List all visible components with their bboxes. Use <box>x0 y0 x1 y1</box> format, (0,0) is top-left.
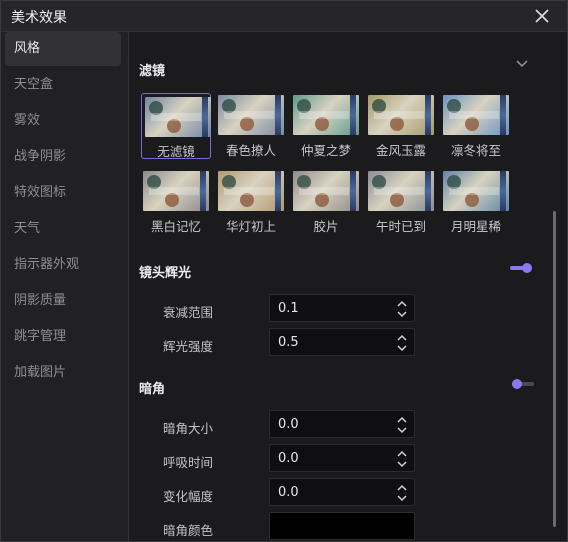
change-amplitude-label: 变化幅度 <box>163 489 214 504</box>
filter-option-golden-wind[interactable]: 金风玉露 <box>366 93 436 159</box>
filter-label: 仲夏之梦 <box>300 143 351 158</box>
filter-label: 胶片 <box>313 219 339 234</box>
flare-intensity-value: 0.5 <box>278 335 299 350</box>
change-amplitude-value: 0.0 <box>278 485 299 500</box>
filter-option-film[interactable]: 胶片 <box>291 169 361 235</box>
sidebar-item-fog[interactable]: 雾效 <box>5 104 121 138</box>
filter-label: 春色撩人 <box>225 143 276 158</box>
filter-option-moonlit[interactable]: 月明星稀 <box>441 169 511 235</box>
breath-time-value: 0.0 <box>278 451 299 466</box>
filter-preview-image <box>218 171 284 211</box>
filter-option-black-white[interactable]: 黑白记忆 <box>141 169 211 235</box>
falloff-range-value: 0.1 <box>278 301 299 316</box>
sidebar-item-war-shadow[interactable]: 战争阴影 <box>5 140 121 174</box>
up-down-arrows-icon <box>397 484 407 502</box>
filter-preview-image <box>218 95 284 135</box>
filter-label: 黑白记忆 <box>150 219 201 234</box>
filter-preview-image <box>145 97 211 137</box>
settings-window: 美术效果 风格 天空盒 雾效 战争阴影 特效图标 天气 指示器外观 阴影质量 跳… <box>0 0 568 542</box>
falloff-range-input[interactable]: 0.1 <box>269 294 415 322</box>
change-amplitude-input[interactable]: 0.0 <box>269 478 415 506</box>
vignette-toggle[interactable] <box>512 378 534 390</box>
sidebar-item-damage-text[interactable]: 跳字管理 <box>5 320 121 354</box>
filter-preview-image <box>293 171 359 211</box>
breath-time-input[interactable]: 0.0 <box>269 444 415 472</box>
filter-preview-image <box>368 95 434 135</box>
filter-option-no-filter[interactable]: 无滤镜 <box>141 93 211 159</box>
lens-flare-title: 镜头辉光 <box>139 266 192 281</box>
filter-label: 华灯初上 <box>225 219 276 234</box>
filter-label: 午时已到 <box>375 219 426 234</box>
close-button[interactable] <box>531 5 553 27</box>
flare-intensity-stepper[interactable] <box>396 333 408 353</box>
sidebar-item-effect-icons[interactable]: 特效图标 <box>5 176 121 210</box>
content-panel: 滤镜 无滤镜 春色撩人 仲夏之梦 金风玉露 凛冬将至黑白记忆 华灯初上 胶片 午时已到 月明星稀… <box>130 32 567 541</box>
filter-label: 金风玉露 <box>375 143 426 158</box>
breath-time-stepper[interactable] <box>396 449 408 469</box>
chevron-down-icon <box>516 60 528 68</box>
vignette-size-label: 暗角大小 <box>163 421 214 436</box>
up-down-arrows-icon <box>397 300 407 318</box>
filter-preview-image <box>443 95 509 135</box>
lens-flare-toggle[interactable] <box>510 262 532 274</box>
scrollbar[interactable] <box>553 211 556 527</box>
filter-preview-image <box>368 171 434 211</box>
up-down-arrows-icon <box>397 450 407 468</box>
flare-intensity-input[interactable]: 0.5 <box>269 328 415 356</box>
vignette-size-input[interactable]: 0.0 <box>269 410 415 438</box>
up-down-arrows-icon <box>397 416 407 434</box>
filter-preview-image <box>443 171 509 211</box>
filter-option-noon[interactable]: 午时已到 <box>366 169 436 235</box>
filter-option-spring[interactable]: 春色撩人 <box>216 93 286 159</box>
toggle-knob <box>522 263 532 273</box>
vignette-color-label: 暗角颜色 <box>163 523 214 538</box>
window-title: 美术效果 <box>11 10 67 26</box>
flare-intensity-label: 辉光强度 <box>163 339 214 354</box>
close-icon <box>535 9 549 23</box>
sidebar-item-loading-image[interactable]: 加载图片 <box>5 356 121 390</box>
sidebar-item-skybox[interactable]: 天空盒 <box>5 68 121 102</box>
filters-title: 滤镜 <box>139 64 166 79</box>
vignette-title: 暗角 <box>139 382 166 397</box>
sidebar-item-style[interactable]: 风格 <box>5 32 121 66</box>
sidebar: 风格 天空盒 雾效 战争阴影 特效图标 天气 指示器外观 阴影质量 跳字管理 加… <box>1 32 129 541</box>
filter-option-winter[interactable]: 凛冬将至 <box>441 93 511 159</box>
breath-time-label: 呼吸时间 <box>163 455 214 470</box>
falloff-range-stepper[interactable] <box>396 299 408 319</box>
vignette-size-value: 0.0 <box>278 417 299 432</box>
filter-option-midsummer[interactable]: 仲夏之梦 <box>291 93 361 159</box>
falloff-range-label: 衰减范围 <box>163 305 214 320</box>
vignette-size-stepper[interactable] <box>396 415 408 435</box>
sidebar-item-indicator[interactable]: 指示器外观 <box>5 248 121 282</box>
change-amplitude-stepper[interactable] <box>396 483 408 503</box>
filter-label: 无滤镜 <box>157 144 195 159</box>
vignette-color-swatch[interactable] <box>269 512 415 540</box>
title-bar: 美术效果 <box>1 1 567 32</box>
sidebar-item-weather[interactable]: 天气 <box>5 212 121 246</box>
toggle-knob <box>512 379 522 389</box>
up-down-arrows-icon <box>397 334 407 352</box>
sidebar-item-shadow-quality[interactable]: 阴影质量 <box>5 284 121 318</box>
filter-label: 凛冬将至 <box>450 143 501 158</box>
collapse-button[interactable] <box>515 58 529 68</box>
filter-label: 月明星稀 <box>450 219 501 234</box>
filter-preview-image <box>293 95 359 135</box>
filter-option-lantern[interactable]: 华灯初上 <box>216 169 286 235</box>
filter-preview-image <box>143 171 209 211</box>
